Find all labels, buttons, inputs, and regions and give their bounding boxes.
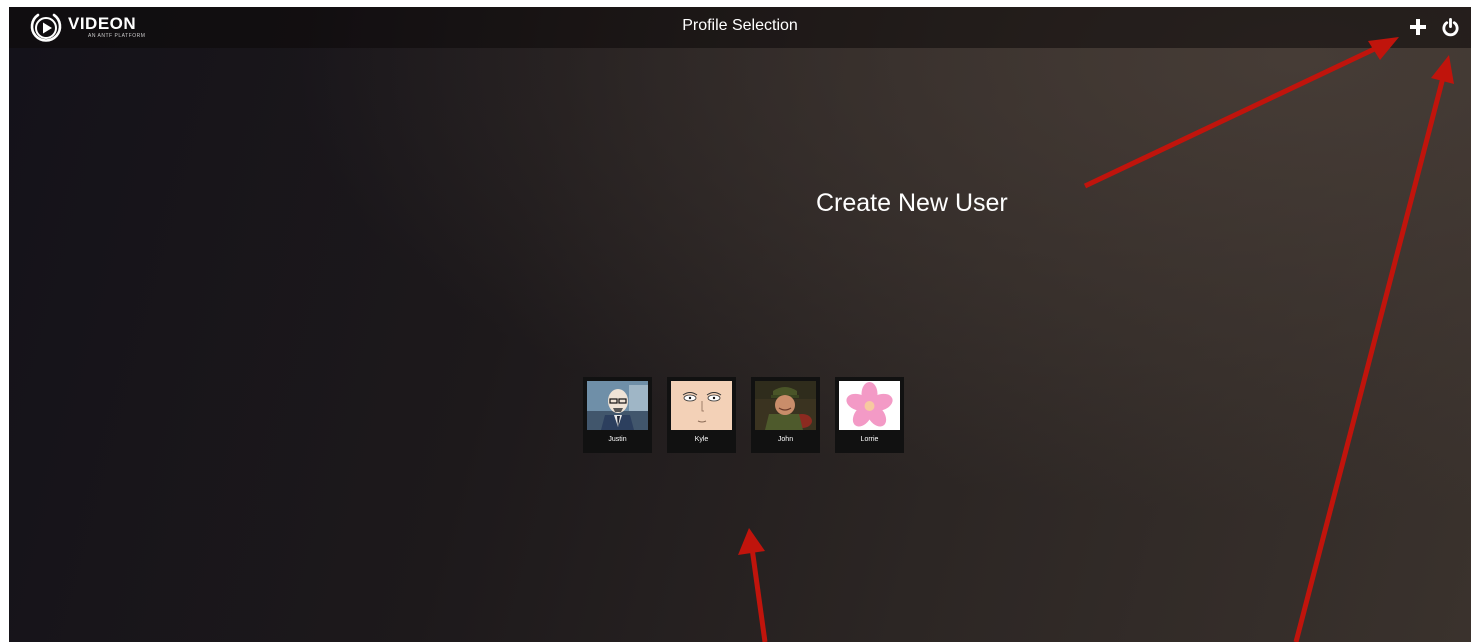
arrow-to-profiles — [738, 528, 768, 642]
arrow-to-power-button — [1293, 55, 1454, 642]
arrow-to-add-button — [1083, 37, 1399, 189]
annotation-arrows — [738, 37, 1454, 642]
